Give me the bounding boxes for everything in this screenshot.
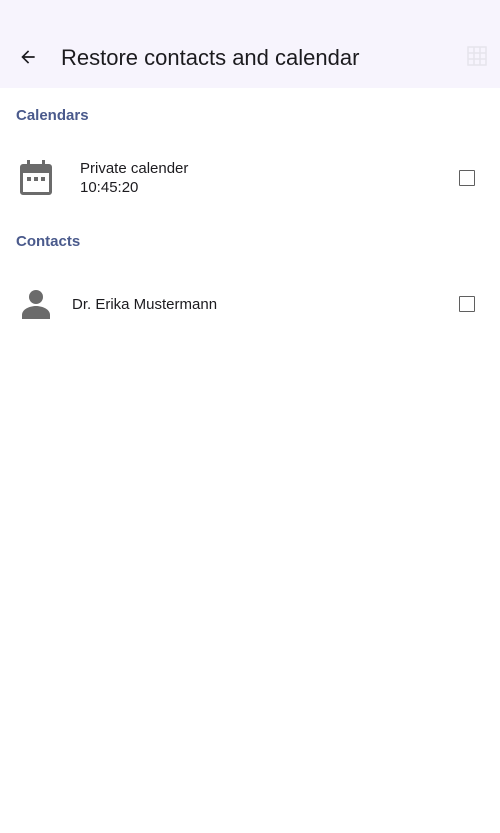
list-item-calendar[interactable]: Private calender 10:45:20 xyxy=(0,150,500,206)
list-item-contact[interactable]: Dr. Erika Mustermann xyxy=(0,276,500,332)
menu-button[interactable] xyxy=(466,45,488,67)
page-title: Restore contacts and calendar xyxy=(61,45,360,70)
section-header-calendars: Calendars xyxy=(16,107,89,124)
contact-checkbox[interactable] xyxy=(459,296,475,312)
calendar-name: Private calender xyxy=(80,160,189,177)
calendar-icon xyxy=(19,160,53,196)
grid-icon xyxy=(467,46,487,66)
calendar-time: 10:45:20 xyxy=(80,179,139,196)
contact-name: Dr. Erika Mustermann xyxy=(72,296,218,313)
app-bar: Restore contacts and calendar xyxy=(0,0,500,88)
calendar-checkbox[interactable] xyxy=(459,170,475,186)
back-button[interactable] xyxy=(12,41,44,73)
person-icon xyxy=(21,289,51,319)
section-header-contacts: Contacts xyxy=(16,233,81,250)
arrow-back-icon xyxy=(21,50,35,64)
